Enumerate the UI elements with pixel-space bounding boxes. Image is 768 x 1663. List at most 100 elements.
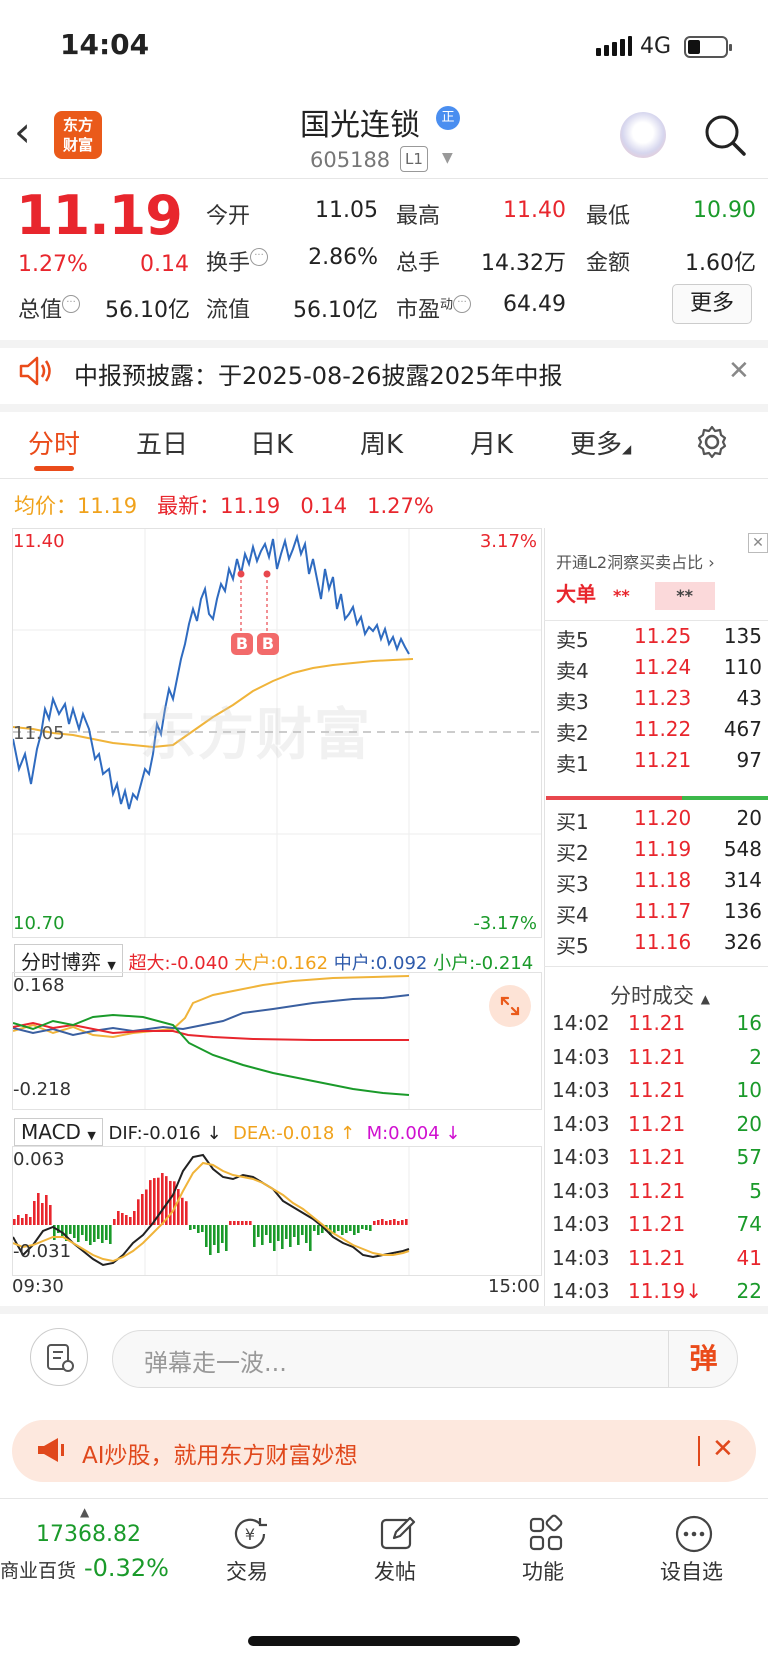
info-icon[interactable]: ··· bbox=[62, 295, 81, 313]
more-dots-icon[interactable] bbox=[674, 1514, 714, 1554]
ask-price: 11.23 bbox=[634, 686, 692, 710]
comment-settings-button[interactable] bbox=[30, 1328, 88, 1386]
macd-bar-negative bbox=[109, 1225, 112, 1244]
buy-marker[interactable]: B bbox=[257, 633, 279, 655]
notice-text[interactable]: 中报预披露：于2025-08-26披露2025年中报 bbox=[74, 356, 563, 391]
trade-price: 11.21 bbox=[628, 1011, 686, 1035]
edit-icon[interactable] bbox=[378, 1514, 418, 1554]
bid-row[interactable]: 买1 11.20 20 bbox=[556, 806, 762, 838]
nav-function[interactable]: 功能 bbox=[522, 1556, 564, 1586]
ask-price: 11.24 bbox=[634, 655, 692, 679]
macd-bar-negative bbox=[265, 1225, 268, 1235]
ask-row[interactable]: 卖4 11.24 110 bbox=[556, 655, 762, 687]
macd-chart[interactable]: 0.063 -0.031 bbox=[12, 1146, 542, 1276]
ask-row[interactable]: 卖2 11.22 467 bbox=[556, 717, 762, 749]
ask-row[interactable]: 卖3 11.23 43 bbox=[556, 686, 762, 718]
macd-legend: MACD ▼ DIF:-0.016 ↓ DEA:-0.018 ↑ M:0.004… bbox=[14, 1118, 461, 1146]
macd-bar-negative bbox=[353, 1225, 356, 1235]
flow-y-top: 0.168 bbox=[13, 975, 65, 996]
macd-bar-negative bbox=[225, 1225, 228, 1251]
bid-volume: 326 bbox=[723, 930, 762, 954]
buy-marker[interactable]: B bbox=[231, 633, 253, 655]
cell-signal-icon bbox=[596, 36, 632, 56]
expand-button[interactable] bbox=[489, 985, 531, 1027]
macd-bar-negative bbox=[257, 1225, 260, 1237]
macd-bar-negative bbox=[281, 1225, 284, 1249]
trade-icon[interactable]: ¥ bbox=[230, 1514, 270, 1554]
more-button[interactable]: 更多 bbox=[672, 284, 752, 324]
open-label: 今开 bbox=[206, 204, 251, 229]
total-cap-label: 总值 ··· bbox=[18, 292, 81, 324]
capital-flow-chart[interactable]: 0.168 -0.218 bbox=[12, 972, 542, 1110]
back-button[interactable]: ‹ bbox=[14, 108, 50, 156]
sector-index-change[interactable]: -0.32% bbox=[84, 1554, 169, 1582]
stock-name: 国光连锁 bbox=[300, 108, 420, 143]
nav-watchlist[interactable]: 设自选 bbox=[660, 1556, 723, 1586]
sector-index-name[interactable]: 商业百货 bbox=[0, 1556, 76, 1583]
bid-row[interactable]: 买2 11.19 548 bbox=[556, 837, 762, 869]
trade-price: 11.21 bbox=[628, 1078, 686, 1102]
function-grid-icon[interactable] bbox=[526, 1514, 566, 1554]
latest-label: 最新： bbox=[157, 494, 221, 518]
nav-post[interactable]: 发帖 bbox=[374, 1556, 416, 1586]
ai-assistant-avatar[interactable] bbox=[620, 112, 666, 158]
volume-label: 总手 bbox=[396, 251, 441, 276]
chevron-down-icon[interactable]: ▼ bbox=[442, 150, 453, 166]
macd-bar-negative bbox=[349, 1225, 352, 1231]
tab-daily[interactable]: 日K bbox=[250, 424, 293, 461]
macd-bar-positive bbox=[177, 1189, 180, 1225]
macd-bar-positive bbox=[249, 1221, 252, 1225]
danmu-button[interactable]: 弹 bbox=[668, 1330, 738, 1388]
bid-row[interactable]: 买3 11.18 314 bbox=[556, 868, 762, 900]
macd-bar-negative bbox=[201, 1225, 204, 1232]
tab-five-day[interactable]: 五日 bbox=[136, 424, 188, 461]
battery-icon bbox=[684, 36, 732, 58]
close-icon[interactable]: ✕ bbox=[748, 533, 768, 553]
level-badge[interactable]: L1 bbox=[400, 146, 428, 172]
settings-button[interactable] bbox=[694, 424, 730, 460]
macd-bar-negative bbox=[73, 1225, 76, 1238]
macd-bar-positive bbox=[49, 1205, 52, 1225]
bid-price: 11.16 bbox=[634, 930, 692, 954]
trade-volume: 16 bbox=[736, 1011, 762, 1035]
bid-row[interactable]: 买4 11.17 136 bbox=[556, 899, 762, 931]
ai-banner-text[interactable]: AI炒股，就用东方财富妙想 bbox=[82, 1436, 358, 1470]
tab-monthly[interactable]: 月K bbox=[470, 424, 513, 461]
macd-bar-negative bbox=[213, 1225, 216, 1245]
nav-trade[interactable]: 交易 bbox=[226, 1556, 268, 1586]
macd-bar-positive bbox=[37, 1193, 40, 1225]
expand-icon bbox=[500, 996, 520, 1016]
price-summary: 均价：11.19 最新：11.19 0.14 1.27% bbox=[14, 490, 434, 520]
tab-weekly[interactable]: 周K bbox=[360, 424, 403, 461]
macd-bar-positive bbox=[401, 1220, 404, 1225]
change-percent: 1.27% bbox=[18, 252, 88, 277]
close-icon[interactable]: ✕ bbox=[728, 356, 750, 386]
app-logo[interactable]: 东方 财富 bbox=[54, 111, 102, 159]
search-icon bbox=[705, 115, 746, 156]
l2-upsell-link[interactable]: 开通L2洞察买卖占比 › bbox=[556, 549, 715, 573]
ask-volume: 43 bbox=[736, 686, 762, 710]
ask-row[interactable]: 卖1 11.21 97 bbox=[556, 748, 762, 780]
change-amount: 0.14 bbox=[140, 252, 189, 277]
search-button[interactable] bbox=[702, 112, 748, 158]
macd-bar-negative bbox=[333, 1225, 336, 1233]
amount-label: 金额 bbox=[586, 251, 631, 276]
indicator-selector[interactable]: MACD ▼ bbox=[14, 1118, 103, 1146]
bid-row[interactable]: 买5 11.16 326 bbox=[556, 930, 762, 962]
ask-volume: 467 bbox=[723, 717, 762, 741]
trades-title[interactable]: 分时成交 ▲ bbox=[610, 980, 710, 1010]
total-cap-value: 56.10亿 bbox=[105, 298, 190, 323]
macd-bar-positive bbox=[185, 1201, 188, 1225]
info-icon[interactable]: ··· bbox=[453, 295, 472, 313]
tab-more[interactable]: 更多◢ bbox=[570, 424, 631, 461]
ask-row[interactable]: 卖5 11.25 135 bbox=[556, 624, 762, 656]
sector-index-value[interactable]: 17368.82 bbox=[36, 1522, 141, 1547]
bid-volume: 136 bbox=[723, 899, 762, 923]
tab-intraday[interactable]: 分时 bbox=[28, 424, 80, 461]
svg-text:¥: ¥ bbox=[245, 1525, 255, 1544]
ask-price: 11.25 bbox=[634, 624, 692, 648]
close-icon[interactable]: ✕ bbox=[712, 1434, 734, 1464]
info-icon[interactable]: ··· bbox=[250, 248, 269, 266]
trade-row: 14:03 11.21 74 bbox=[552, 1212, 762, 1246]
trade-time: 14:03 bbox=[552, 1178, 610, 1203]
